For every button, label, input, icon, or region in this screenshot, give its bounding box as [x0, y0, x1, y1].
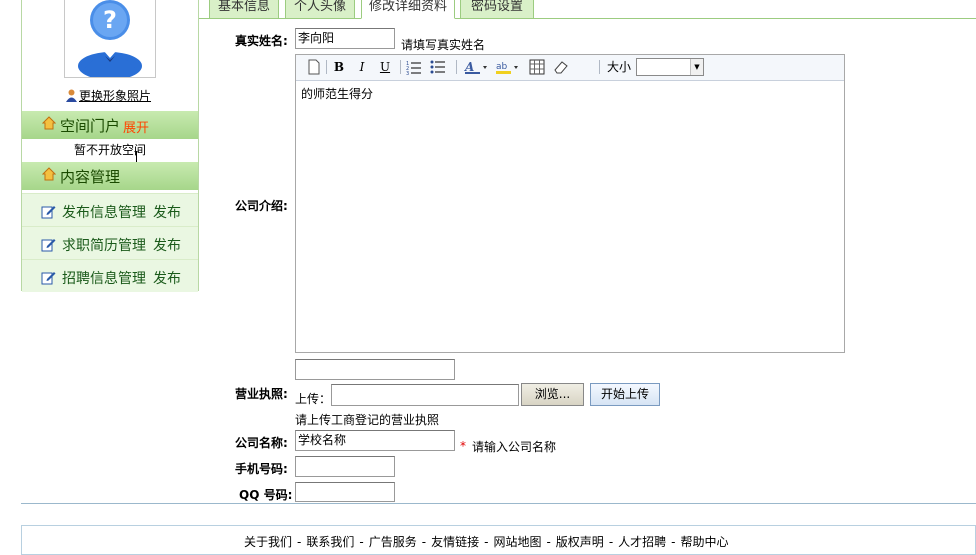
font-color-icon[interactable]: A [464, 59, 490, 75]
highlight-icon[interactable]: ab [495, 59, 521, 75]
footer-sep: - [484, 535, 489, 549]
footer-sep: - [359, 535, 364, 549]
company-name-label: 公司名称: [235, 436, 288, 450]
company-name-value: 学校名称 [298, 433, 347, 447]
font-size-select[interactable]: ▼ [636, 58, 704, 76]
chevron-down-icon: ▼ [690, 59, 703, 75]
qq-input[interactable] [295, 482, 395, 502]
license-label: 营业执照: [235, 387, 288, 401]
svg-text:A: A [464, 60, 474, 74]
publish-link[interactable]: 发布 [153, 268, 181, 288]
license-hint: 请上传工商登记的营业执照 [295, 413, 440, 427]
real-name-input[interactable]: 李向阳 [295, 28, 395, 49]
publish-link[interactable]: 发布 [153, 202, 181, 222]
company-intro-label: 公司介绍: [235, 199, 288, 213]
home-icon [42, 167, 56, 181]
space-status: 暂不开放空间 [73, 143, 146, 157]
tab-avatar[interactable]: 个人头像 [285, 0, 355, 19]
avatar: ? [64, 0, 156, 78]
footer-sep: - [297, 535, 302, 549]
toolbar-separator [599, 60, 600, 74]
toolbar-separator [400, 60, 401, 74]
content-mgmt-bar[interactable]: 内容管理 [22, 162, 198, 190]
publish-link[interactable]: 发布 [153, 235, 181, 255]
unordered-list-icon[interactable] [430, 59, 446, 75]
table-icon[interactable] [529, 59, 545, 75]
license-path-input[interactable] [295, 359, 455, 380]
mobile-label: 手机号码: [235, 462, 288, 476]
footer-link-contact[interactable]: 联系我们 [306, 535, 354, 549]
company-name-hint: 请输入公司名称 [472, 440, 557, 454]
new-doc-icon[interactable] [306, 59, 322, 75]
change-photo-link[interactable]: 更换形象照片 [66, 87, 151, 104]
underline-icon[interactable]: U [377, 59, 393, 75]
default-avatar-icon: ? [78, 0, 142, 77]
content-mgmt-label: 内容管理 [60, 168, 121, 186]
footer-sep: - [608, 535, 614, 549]
footer-link-jobs[interactable]: 人才招聘 [618, 535, 666, 549]
footer-link-help[interactable]: 帮助中心 [681, 535, 729, 549]
sidebar: ? 更换形象照片 空间门户 展开 暂不开放空间 内容管理 发布信息管理 发布 求… [21, 0, 199, 292]
menu-label: 求职简历管理 [62, 238, 146, 254]
tab-password[interactable]: 密码设置 [460, 0, 534, 19]
company-name-input[interactable]: 学校名称 [295, 430, 455, 451]
user-icon [66, 89, 77, 102]
qq-label: QQ 号码: [239, 488, 293, 502]
real-name-hint: 请填写真实姓名 [401, 38, 486, 52]
edit-icon [41, 272, 56, 285]
footer-sep: - [546, 535, 551, 549]
tab-basic-info[interactable]: 基本信息 [209, 0, 279, 19]
edit-icon [41, 239, 56, 252]
menu-item-publish-info[interactable]: 发布信息管理 发布 [22, 193, 198, 226]
tab-detail[interactable]: 修改详细资料 [361, 0, 455, 19]
toolbar-separator [326, 60, 327, 74]
real-name-label: 真实姓名: [235, 34, 288, 48]
footer-link-copyright[interactable]: 版权声明 [556, 535, 604, 549]
expand-link[interactable]: 展开 [123, 117, 149, 136]
required-mark: * [460, 439, 466, 453]
menu-label: 招聘信息管理 [62, 271, 146, 287]
change-photo-label[interactable]: 更换形象照片 [79, 89, 151, 103]
rich-text-editor[interactable]: B I U 1 2 3 A ab 大小 ▼ 的师范生得分 [295, 54, 845, 353]
real-name-value: 李向阳 [298, 31, 335, 45]
eraser-icon[interactable] [553, 59, 569, 75]
home-icon [42, 116, 56, 130]
editor-content[interactable]: 的师范生得分 [301, 85, 373, 102]
mobile-input[interactable] [295, 456, 395, 477]
menu-item-resume[interactable]: 求职简历管理 发布 [22, 226, 198, 259]
start-upload-button[interactable]: 开始上传 [590, 383, 660, 406]
ordered-list-icon[interactable]: 1 2 3 [406, 59, 422, 75]
italic-icon[interactable]: I [354, 59, 370, 75]
menu-label: 发布信息管理 [62, 205, 146, 221]
bold-icon[interactable]: B [331, 59, 347, 75]
editor-toolbar: B I U 1 2 3 A ab 大小 ▼ [296, 55, 844, 81]
footer-sep: - [671, 535, 676, 549]
space-portal-bar[interactable]: 空间门户 展开 [22, 111, 198, 139]
upload-label: 上传： [295, 392, 332, 406]
font-size-label: 大小 [607, 60, 632, 74]
browse-button[interactable]: 浏览... [521, 383, 584, 406]
space-portal-label: 空间门户 [60, 117, 121, 135]
toolbar-separator [456, 60, 457, 74]
footer-link-sitemap[interactable]: 网站地图 [493, 535, 541, 549]
edit-icon [41, 206, 56, 219]
svg-text:3: 3 [406, 71, 409, 75]
svg-text:?: ? [103, 6, 117, 34]
footer-sep: - [421, 535, 427, 549]
footer-link-ads[interactable]: 广告服务 [369, 535, 417, 549]
menu-item-recruit[interactable]: 招聘信息管理 发布 [22, 259, 198, 292]
footer-link-about[interactable]: 关于我们 [244, 535, 292, 549]
footer-link-friends[interactable]: 友情链接 [431, 535, 479, 549]
file-input[interactable] [331, 384, 519, 406]
svg-text:ab: ab [496, 62, 508, 72]
footer-divider [21, 503, 976, 504]
